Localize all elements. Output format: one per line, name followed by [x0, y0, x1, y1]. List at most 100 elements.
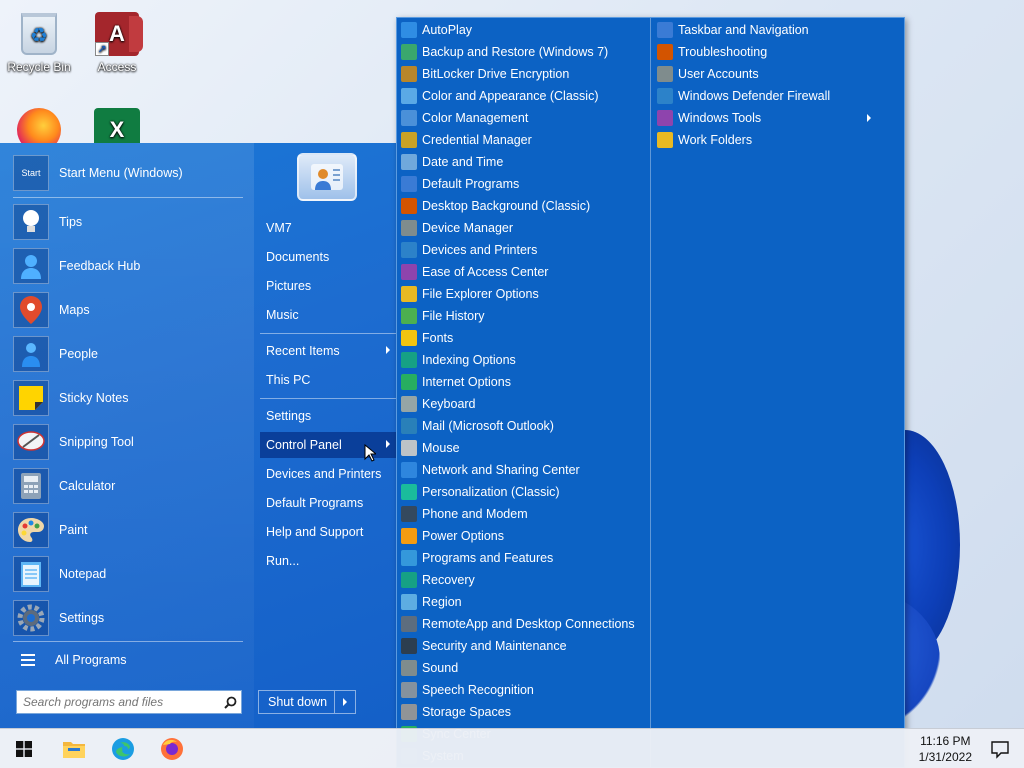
- search-icon[interactable]: [219, 691, 241, 713]
- cp-item-file-explorer-options[interactable]: File Explorer Options: [401, 283, 539, 305]
- start-item-help-support[interactable]: Help and Support: [260, 519, 396, 545]
- cp-item-taskbar-and-navigation[interactable]: Taskbar and Navigation: [657, 19, 809, 41]
- cp-item-backup-and-restore-windows-7[interactable]: Backup and Restore (Windows 7): [401, 41, 608, 63]
- cp-item-color-and-appearance-classic[interactable]: Color and Appearance (Classic): [401, 85, 598, 107]
- item-label: Settings: [266, 409, 312, 423]
- cp-item-mail-microsoft-outlook[interactable]: Mail (Microsoft Outlook): [401, 415, 554, 437]
- app-label: Sticky Notes: [59, 391, 129, 405]
- cp-item-programs-and-features[interactable]: Programs and Features: [401, 547, 553, 569]
- cp-item-power-options[interactable]: Power Options: [401, 525, 504, 547]
- start-item-run[interactable]: Run...: [260, 548, 396, 574]
- region-icon: [401, 594, 417, 610]
- start-item-default-programs[interactable]: Default Programs: [260, 490, 396, 516]
- taskbar-file-explorer[interactable]: [52, 729, 96, 768]
- cp-item-device-manager[interactable]: Device Manager: [401, 217, 513, 239]
- work-folders-icon: [657, 132, 673, 148]
- cp-item-keyboard[interactable]: Keyboard: [401, 393, 476, 415]
- cp-item-sound[interactable]: Sound: [401, 657, 458, 679]
- shortcut-arrow-icon: ↗: [95, 42, 109, 56]
- notification-icon[interactable]: [990, 739, 1010, 759]
- app-people[interactable]: People: [13, 334, 243, 374]
- cp-item-fonts[interactable]: Fonts: [401, 327, 453, 349]
- desktop-icon-firefox[interactable]: [1, 106, 77, 144]
- desktop-icon-label: Recycle Bin: [7, 60, 71, 74]
- desktop-icon-recycle-bin[interactable]: ♻ Recycle Bin: [1, 10, 77, 74]
- item-label: Devices and Printers: [266, 467, 382, 481]
- cp-item-internet-options[interactable]: Internet Options: [401, 371, 511, 393]
- cp-item-security-and-maintenance[interactable]: Security and Maintenance: [401, 635, 567, 657]
- scissors-icon: [13, 424, 49, 460]
- windows-logo-icon: [16, 741, 32, 757]
- cp-item-storage-spaces[interactable]: Storage Spaces: [401, 701, 511, 723]
- cp-item-bitlocker-drive-encryption[interactable]: BitLocker Drive Encryption: [401, 63, 569, 85]
- cp-item-credential-manager[interactable]: Credential Manager: [401, 129, 532, 151]
- start-item-recent-items[interactable]: Recent Items: [260, 338, 396, 364]
- cp-item-ease-of-access-center[interactable]: Ease of Access Center: [401, 261, 548, 283]
- app-tips[interactable]: Tips: [13, 202, 243, 242]
- cp-item-default-programs[interactable]: Default Programs: [401, 173, 519, 195]
- start-item-settings[interactable]: Settings: [260, 403, 396, 429]
- start-item-devices-printers[interactable]: Devices and Printers: [260, 461, 396, 487]
- cp-item-label: Work Folders: [678, 133, 753, 147]
- shutdown-options-arrow[interactable]: [335, 698, 355, 706]
- app-label: Snipping Tool: [59, 435, 134, 449]
- start-button[interactable]: [2, 729, 46, 768]
- start-item-pictures[interactable]: Pictures: [260, 273, 396, 299]
- user-avatar[interactable]: [297, 153, 357, 201]
- taskbar-edge[interactable]: [101, 729, 145, 768]
- separator: [13, 197, 243, 198]
- cp-item-label: Taskbar and Navigation: [678, 23, 809, 37]
- taskbar-firefox[interactable]: [150, 729, 194, 768]
- app-paint[interactable]: Paint: [13, 510, 243, 550]
- start-item-this-pc[interactable]: This PC: [260, 367, 396, 393]
- cp-item-label: Default Programs: [422, 177, 520, 191]
- app-maps[interactable]: Maps: [13, 290, 243, 330]
- search-box[interactable]: [16, 690, 242, 714]
- cp-item-color-management[interactable]: Color Management: [401, 107, 528, 129]
- app-notepad[interactable]: Notepad: [13, 554, 243, 594]
- keyboard-icon: [401, 396, 417, 412]
- cp-item-network-and-sharing-center[interactable]: Network and Sharing Center: [401, 459, 580, 481]
- cp-item-troubleshooting[interactable]: Troubleshooting: [657, 41, 767, 63]
- desktop-icon-access[interactable]: A ↗ Access: [79, 10, 155, 74]
- start-menu-header-item[interactable]: Start Start Menu (Windows): [13, 153, 243, 193]
- app-feedback-hub[interactable]: Feedback Hub: [13, 246, 243, 286]
- cp-item-devices-and-printers[interactable]: Devices and Printers: [401, 239, 537, 261]
- cp-item-speech-recognition[interactable]: Speech Recognition: [401, 679, 534, 701]
- taskbar: 11:16 PM 1/31/2022: [0, 728, 1024, 768]
- start-item-music[interactable]: Music: [260, 302, 396, 328]
- app-label: Settings: [59, 611, 105, 625]
- clock-date: 1/31/2022: [918, 750, 972, 764]
- cp-item-user-accounts[interactable]: User Accounts: [657, 63, 759, 85]
- cp-item-autoplay[interactable]: AutoPlay: [401, 19, 472, 41]
- search-input[interactable]: [17, 691, 219, 713]
- cp-item-label: File Explorer Options: [422, 287, 539, 301]
- start-item-documents[interactable]: Documents: [260, 244, 396, 270]
- app-snipping-tool[interactable]: Snipping Tool: [13, 422, 243, 462]
- app-sticky-notes[interactable]: Sticky Notes: [13, 378, 243, 418]
- cp-item-phone-and-modem[interactable]: Phone and Modem: [401, 503, 528, 525]
- app-calculator[interactable]: Calculator: [13, 466, 243, 506]
- cp-item-mouse[interactable]: Mouse: [401, 437, 460, 459]
- cp-item-work-folders[interactable]: Work Folders: [657, 129, 752, 151]
- cp-item-desktop-background-classic[interactable]: Desktop Background (Classic): [401, 195, 590, 217]
- item-label: Default Programs: [266, 496, 364, 510]
- shutdown-button[interactable]: Shut down: [258, 690, 356, 714]
- item-label: Recent Items: [266, 344, 340, 358]
- cp-item-file-history[interactable]: File History: [401, 305, 485, 327]
- all-programs-button[interactable]: All Programs: [13, 645, 243, 675]
- cp-item-remoteapp-and-desktop-connections[interactable]: RemoteApp and Desktop Connections: [401, 613, 635, 635]
- cp-item-windows-tools[interactable]: Windows Tools: [657, 107, 872, 129]
- desktop-icon-excel[interactable]: X: [79, 106, 155, 144]
- app-settings[interactable]: Settings: [13, 598, 243, 638]
- cp-item-date-and-time[interactable]: Date and Time: [401, 151, 503, 173]
- start-item-user-folder[interactable]: VM7: [260, 215, 396, 241]
- people-icon: [13, 336, 49, 372]
- cp-item-indexing-options[interactable]: Indexing Options: [401, 349, 516, 371]
- cp-item-personalization-classic[interactable]: Personalization (Classic): [401, 481, 560, 503]
- system-clock[interactable]: 11:16 PM 1/31/2022: [919, 733, 972, 765]
- remoteapp-and-desktop-connections-icon: [401, 616, 417, 632]
- cp-item-recovery[interactable]: Recovery: [401, 569, 475, 591]
- cp-item-region[interactable]: Region: [401, 591, 462, 613]
- cp-item-windows-defender-firewall[interactable]: Windows Defender Firewall: [657, 85, 830, 107]
